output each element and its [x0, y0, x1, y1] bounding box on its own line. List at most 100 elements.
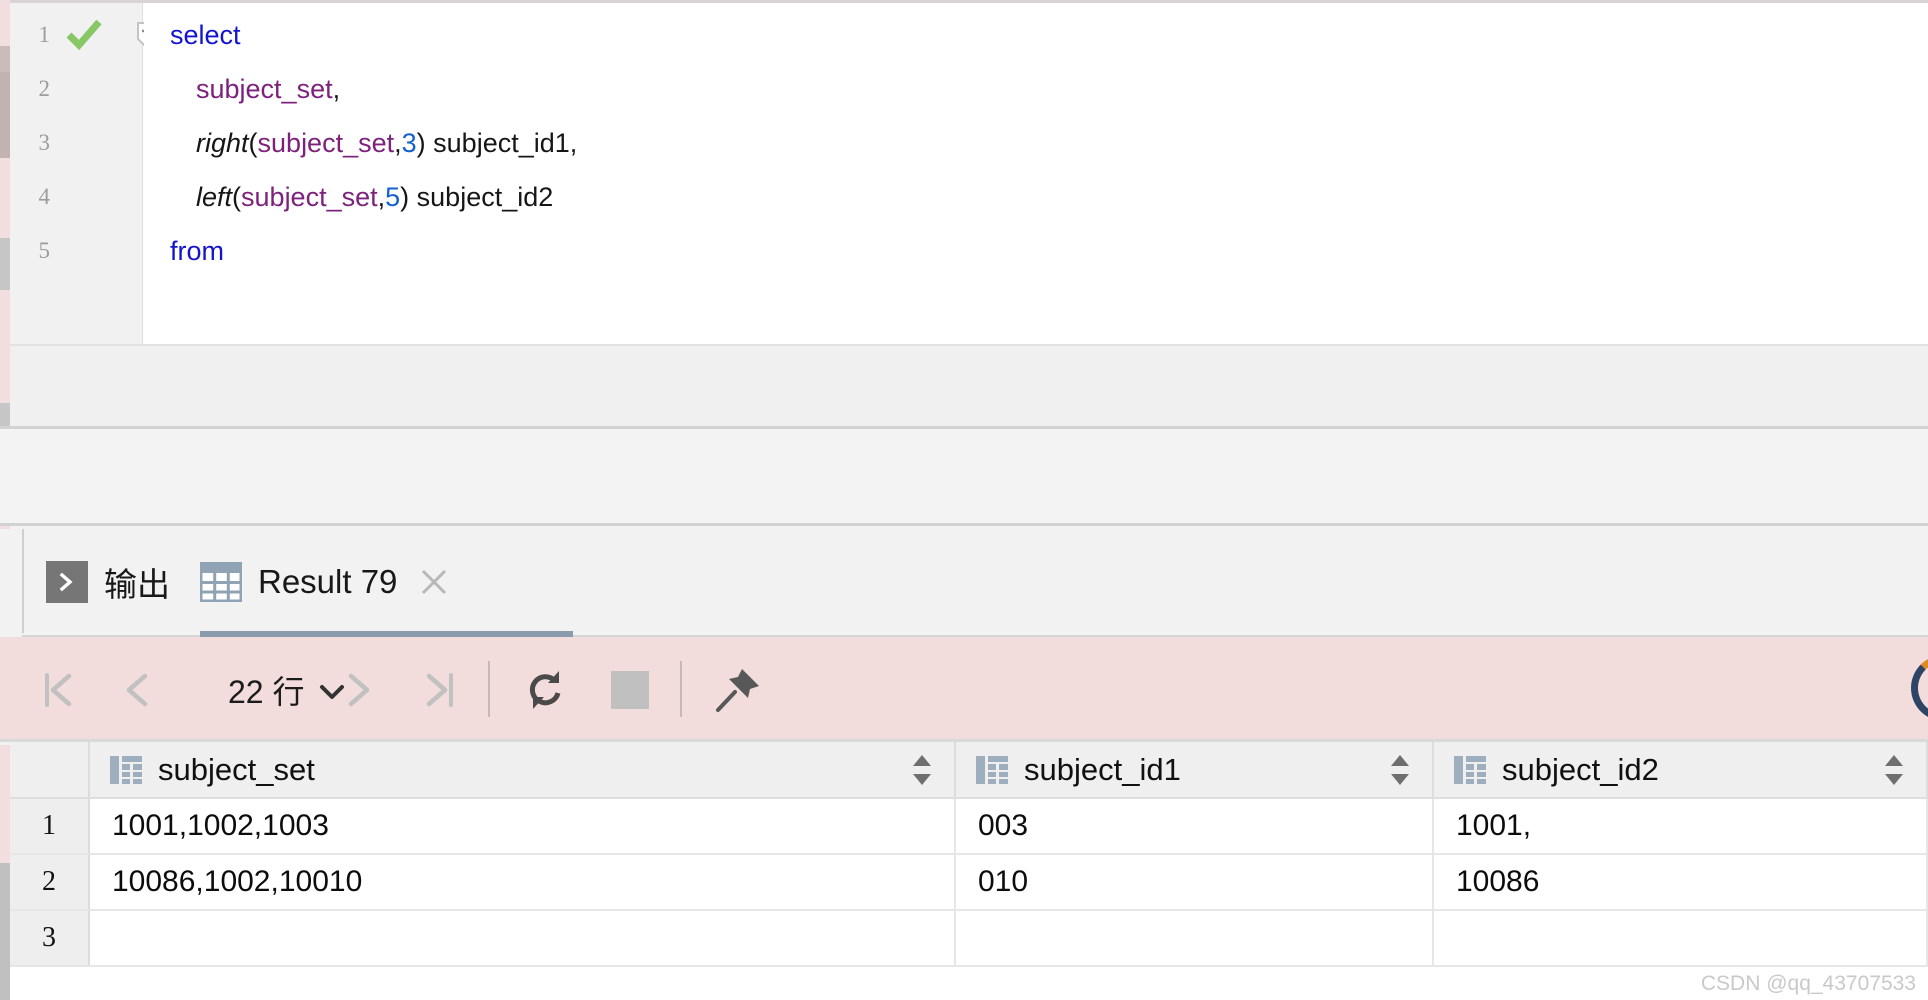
code-token: subject_set — [241, 182, 378, 212]
cell-subject_set[interactable]: 1001,1002,1003 — [90, 799, 956, 853]
result-toolbar: 22 行 — [0, 637, 1928, 742]
line-number: 2 — [38, 76, 51, 101]
refresh-icon[interactable] — [518, 665, 574, 715]
code-line-text: left(subject_set,5) subject_id2 — [196, 170, 553, 224]
column-icon — [110, 754, 142, 786]
editor-line-gutter: 5 — [10, 224, 142, 278]
column-icon — [1454, 754, 1486, 786]
grid-marker-strip[interactable] — [0, 745, 10, 1000]
code-line-text: select — [170, 8, 241, 62]
stop-icon[interactable] — [605, 665, 655, 715]
line-number: 1 — [38, 22, 51, 47]
console-icon — [46, 561, 88, 603]
cell-subject_set[interactable] — [90, 911, 956, 965]
code-token: subject_set — [196, 74, 333, 104]
table-row[interactable]: 2 10086,1002,10010 010 10086 — [10, 855, 1928, 911]
row-number[interactable]: 3 — [10, 911, 90, 965]
result-grid-header: subject_set subject_id1 subject_id2 — [10, 742, 1928, 799]
cell-subject_id2[interactable]: 1001, — [1434, 799, 1928, 853]
code-token: 3 — [401, 128, 417, 158]
close-icon[interactable] — [419, 567, 449, 597]
results-tab-bar: 输出 Result 79 — [0, 529, 1928, 637]
marker-thumb[interactable] — [0, 238, 10, 290]
editor-line-gutter: 4 — [10, 170, 142, 224]
code-token: , — [394, 128, 402, 158]
column-header-label: subject_id1 — [1024, 751, 1181, 787]
row-number[interactable]: 1 — [10, 799, 90, 853]
marker-thumb[interactable] — [0, 46, 10, 72]
table-row[interactable]: 3 — [10, 911, 1928, 967]
code-token: ( — [248, 128, 258, 158]
sql-editor[interactable]: 12345 select subject_set, right(subject_se… — [10, 0, 1928, 344]
code-token: 5 — [385, 182, 401, 212]
editor-bottom-panel — [10, 344, 1928, 426]
sql-client-window: 12345 select subject_set, right(subject_se… — [0, 0, 1928, 1000]
results-spacer-panel — [0, 426, 1928, 526]
code-token: from — [170, 236, 224, 266]
first-page-icon[interactable] — [30, 665, 86, 715]
rows-count-label: 22 行 — [228, 674, 305, 710]
marker-thumb[interactable] — [0, 72, 10, 158]
toolbar-separator-2 — [680, 661, 682, 717]
code-token: , — [332, 74, 341, 104]
cell-subject_set[interactable]: 10086,1002,10010 — [90, 855, 956, 909]
grid-icon — [199, 561, 243, 603]
editor-gutter[interactable]: 1 2 3 4 5 — [10, 3, 157, 344]
row-number[interactable]: 2 — [10, 855, 90, 909]
tabbar-left-edge — [22, 529, 24, 633]
next-page-icon[interactable] — [330, 665, 386, 715]
code-token: right — [196, 128, 249, 158]
last-page-icon[interactable] — [412, 665, 468, 715]
prev-page-icon[interactable] — [110, 665, 166, 715]
pin-icon[interactable] — [710, 665, 766, 715]
column-header-subject_id1[interactable]: subject_id1 — [956, 742, 1434, 797]
code-token: left — [196, 182, 233, 212]
tab-output[interactable]: 输出 — [46, 529, 170, 635]
code-token: subject_set — [257, 128, 395, 158]
rows-count-dropdown[interactable]: 22 行 — [228, 667, 345, 713]
editor-code-area[interactable]: select subject_set, right(subject_set,3) s… — [144, 3, 1928, 344]
editor-line[interactable]: from — [144, 224, 1928, 278]
sort-arrows-icon[interactable] — [1884, 754, 1904, 786]
editor-line-gutter: 2 — [10, 62, 142, 116]
column-icon — [976, 754, 1008, 786]
code-line-text: from — [170, 224, 224, 278]
code-token: ) subject_id2 — [400, 182, 554, 212]
cell-subject_id1[interactable]: 010 — [956, 855, 1434, 909]
line-number: 3 — [38, 130, 51, 155]
tab-output-label: 输出 — [104, 566, 170, 603]
editor-line[interactable]: right(subject_set,3) subject_id1, — [144, 116, 1928, 170]
tab-result[interactable]: Result 79 — [199, 529, 449, 635]
tab-result-label: Result 79 — [258, 563, 398, 600]
column-header-subject_set[interactable]: subject_set — [90, 742, 956, 797]
marker-thumb[interactable] — [0, 863, 10, 1000]
column-header-subject_id2[interactable]: subject_id2 — [1434, 742, 1928, 797]
editor-line[interactable]: select — [144, 8, 1928, 62]
code-token: select — [170, 20, 241, 50]
line-number: 4 — [38, 184, 51, 209]
check-icon — [66, 18, 102, 52]
code-token: ( — [232, 182, 242, 212]
table-row[interactable]: 1 1001,1002,1003 003 1001, — [10, 799, 1928, 855]
cell-subject_id2[interactable] — [1434, 911, 1928, 965]
stop-square — [611, 671, 649, 709]
sort-arrows-icon[interactable] — [912, 754, 932, 786]
editor-line[interactable]: left(subject_set,5) subject_id2 — [144, 170, 1928, 224]
line-number: 5 — [38, 238, 51, 263]
code-line-text: subject_set, — [196, 62, 340, 116]
column-header-label: subject_set — [158, 751, 315, 787]
sort-arrows-icon[interactable] — [1390, 754, 1410, 786]
loading-spinner-icon — [1911, 655, 1928, 721]
cell-subject_id1[interactable] — [956, 911, 1434, 965]
grid-corner-cell — [10, 742, 90, 797]
column-header-label: subject_id2 — [1502, 751, 1659, 787]
code-line-text: right(subject_set,3) subject_id1, — [196, 116, 577, 170]
code-token: ) subject_id1, — [416, 128, 578, 158]
cell-subject_id2[interactable]: 10086 — [1434, 855, 1928, 909]
editor-line-gutter: 3 — [10, 116, 142, 170]
result-grid: subject_set subject_id1 subject_id2 1 1001,… — [10, 742, 1928, 1000]
cell-subject_id1[interactable]: 003 — [956, 799, 1434, 853]
editor-line[interactable]: subject_set, — [144, 62, 1928, 116]
code-token: , — [377, 182, 386, 212]
editor-line-gutter: 1 — [10, 8, 157, 62]
